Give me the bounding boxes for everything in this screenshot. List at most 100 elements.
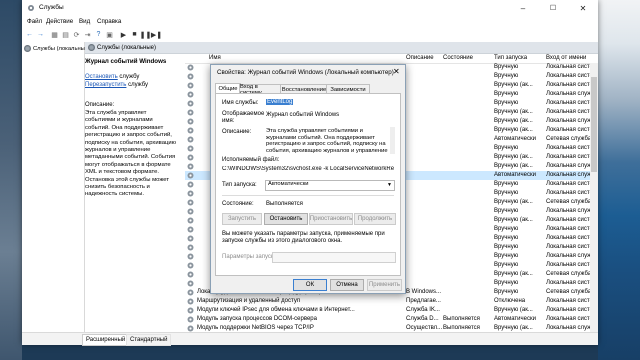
- start-button[interactable]: Запустить: [222, 213, 262, 225]
- restart-service-link[interactable]: Перезапустить: [85, 82, 126, 88]
- service-logon: Локальная служб: [546, 208, 595, 214]
- service-logon: Локальная систе: [546, 280, 593, 286]
- tree-node-services[interactable]: Службы (локальны: [24, 44, 85, 53]
- tab-standard[interactable]: Стандартный: [126, 334, 172, 346]
- minimize-button[interactable]: –: [508, 0, 538, 16]
- description-scrollbar[interactable]: [390, 127, 395, 154]
- toolbar: ← → ▦ ▤ ⟳ ⇥ ? ▣ ▶ ■ ❚❚ ▶❚: [22, 27, 598, 43]
- service-startup-type: Автоматически: [494, 172, 536, 178]
- column-name[interactable]: Имя: [209, 55, 221, 61]
- stop-service-icon[interactable]: ■: [130, 30, 139, 39]
- service-logon: Локальная систе: [546, 109, 593, 115]
- service-startup-type: Автоматически: [494, 316, 536, 322]
- service-logon: Локальная систе: [546, 73, 593, 79]
- service-startup-type: Вручную: [494, 262, 519, 268]
- service-name-label: Имя службы:: [222, 100, 259, 106]
- service-logon: Локальная служб: [546, 118, 595, 124]
- service-startup-type: Вручную: [494, 208, 519, 214]
- column-startup[interactable]: Тип запуска: [494, 55, 527, 61]
- service-startup-type: Вручную (ак...: [494, 307, 533, 313]
- ok-button[interactable]: ОК: [293, 279, 327, 291]
- pause-service-icon[interactable]: ❚❚: [140, 30, 152, 39]
- resume-button[interactable]: Продолжить: [354, 213, 396, 225]
- description-label: Описание:: [85, 102, 115, 108]
- tab-extended[interactable]: Расширенный: [82, 334, 130, 346]
- service-gear-icon: [187, 127, 194, 134]
- help-icon[interactable]: ?: [94, 30, 103, 39]
- service-gear-icon: [187, 154, 194, 161]
- refresh-icon[interactable]: ⟳: [72, 30, 81, 39]
- service-startup-type: Вручную (ак...: [494, 217, 533, 223]
- restart-service-icon[interactable]: ▶❚: [151, 30, 162, 39]
- dialog-close-icon[interactable]: ✕: [393, 67, 400, 76]
- service-startup-type: Вручную (ак...: [494, 118, 533, 124]
- service-logon: Локальная систе: [546, 316, 593, 322]
- close-button[interactable]: ✕: [568, 0, 598, 16]
- service-startup-type: Вручную (ак...: [494, 271, 533, 277]
- services-icon: [24, 45, 31, 52]
- service-description: Осуществл...: [406, 325, 443, 331]
- menu-action[interactable]: Действие: [46, 18, 73, 25]
- description-field[interactable]: Эта служба управляет событиями и журнала…: [265, 127, 390, 156]
- vertical-scrollbar[interactable]: [590, 63, 598, 332]
- view-icon[interactable]: ▣: [105, 30, 114, 39]
- service-logon: Локальная систе: [546, 64, 593, 70]
- export-icon[interactable]: ⇥: [83, 30, 92, 39]
- scrollbar-thumb[interactable]: [591, 77, 597, 172]
- startup-type-select[interactable]: Автоматически ▼: [265, 180, 395, 191]
- separator: [222, 195, 394, 196]
- forward-icon[interactable]: →: [36, 30, 45, 39]
- state-value: Выполняется: [266, 201, 303, 207]
- description-panel: Журнал событий Windows Остановить службу…: [85, 54, 183, 332]
- menu-help[interactable]: Справка: [97, 18, 121, 25]
- service-logon: Сетевая служба: [546, 199, 592, 205]
- apply-button[interactable]: Применить: [367, 279, 402, 291]
- service-gear-icon: [187, 244, 194, 251]
- pause-button[interactable]: Приостановить: [309, 213, 353, 225]
- back-icon[interactable]: ←: [25, 30, 34, 39]
- maximize-button[interactable]: ☐: [538, 0, 568, 16]
- table-row[interactable]: Маршрутизация и удаленный доступ Предлага…: [185, 297, 598, 306]
- service-startup-type: Вручную (ак...: [494, 154, 533, 160]
- table-row[interactable]: Модули ключей IPsec для обмена ключами в…: [185, 306, 598, 315]
- service-name: Маршрутизация и удаленный доступ: [197, 298, 301, 304]
- service-logon: Локальная служб: [546, 172, 595, 178]
- service-logon: Локальная систе: [546, 307, 593, 313]
- menu-view[interactable]: Вид: [79, 18, 90, 25]
- service-description: В Windows...: [406, 289, 442, 295]
- service-logon: Локальная систе: [546, 190, 593, 196]
- service-gear-icon: [187, 172, 194, 179]
- start-params-input[interactable]: [272, 252, 396, 263]
- properties-icon[interactable]: ▤: [61, 30, 70, 39]
- stop-button[interactable]: Остановить: [264, 213, 308, 225]
- service-logon: Сетевая служба: [546, 289, 592, 295]
- column-description[interactable]: Описание: [406, 55, 434, 61]
- startup-type-label: Тип запуска:: [222, 182, 257, 188]
- service-logon: Локальная служб: [546, 163, 595, 169]
- service-name: Модули ключей IPsec для обмена ключами в…: [197, 307, 355, 313]
- service-name-value[interactable]: EventLog: [266, 99, 294, 105]
- service-logon: Локальная систе: [546, 127, 593, 133]
- stop-service-link[interactable]: Остановить: [85, 74, 118, 80]
- service-gear-icon: [187, 118, 194, 125]
- cancel-button[interactable]: Отмена: [330, 279, 364, 291]
- table-row[interactable]: Модуль запуска процессов DCOM-сервера Слу…: [185, 315, 598, 324]
- column-state[interactable]: Состояние: [443, 55, 473, 61]
- service-gear-icon: [187, 235, 194, 242]
- services-icon: [88, 44, 95, 51]
- service-gear-icon: [187, 100, 194, 107]
- table-row[interactable]: Модуль поддержки NetBIOS через TCP/IP Осу…: [185, 324, 598, 332]
- service-state: Выполняется: [443, 325, 480, 331]
- menu-file[interactable]: Файл: [27, 18, 42, 25]
- service-gear-icon: [187, 82, 194, 89]
- service-gear-icon: [187, 199, 194, 206]
- service-description: Служба D...: [406, 316, 439, 322]
- service-name: Модуль поддержки NetBIOS через TCP/IP: [197, 325, 314, 331]
- service-gear-icon: [187, 163, 194, 170]
- pane-title: Службы (локальные): [97, 44, 156, 51]
- service-startup-type: Вручную: [494, 145, 519, 151]
- show-tree-icon[interactable]: ▦: [50, 30, 59, 39]
- general-tab-panel: Имя службы: EventLog Отображаемое имя: Ж…: [215, 93, 401, 276]
- start-service-icon[interactable]: ▶: [119, 30, 128, 39]
- column-logon[interactable]: Вход от имени: [546, 55, 586, 61]
